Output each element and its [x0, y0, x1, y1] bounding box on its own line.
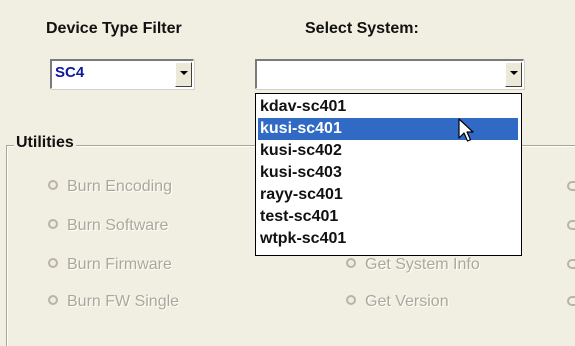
- radio-burn-firmware[interactable]: Burn Firmware: [48, 256, 172, 274]
- list-item[interactable]: test-sc401: [258, 206, 518, 228]
- device-type-value: SC4: [55, 64, 85, 81]
- list-item[interactable]: kdav-sc401: [258, 96, 518, 118]
- chevron-down-icon[interactable]: [175, 62, 192, 87]
- list-item[interactable]: kusi-sc401: [258, 118, 518, 140]
- radio-icon[interactable]: [567, 181, 575, 191]
- select-system-select[interactable]: [255, 59, 524, 89]
- radio-icon: [48, 294, 58, 305]
- radio-icon: [346, 257, 356, 268]
- radio-icon: [48, 257, 58, 268]
- select-system-dropdown-list: kdav-sc401 kusi-sc401 kusi-sc402 kusi-sc…: [255, 93, 522, 256]
- utilities-title: Utilities: [14, 134, 76, 152]
- radio-get-system-info[interactable]: Get System Info: [346, 256, 480, 274]
- list-item[interactable]: rayy-sc401: [258, 184, 518, 206]
- radio-burn-fw-single[interactable]: Burn FW Single: [48, 293, 179, 311]
- radio-icon[interactable]: [567, 296, 575, 306]
- select-system-label: Select System:: [305, 20, 419, 37]
- list-item[interactable]: wtpk-sc401: [258, 228, 518, 250]
- device-type-filter-label: Device Type Filter: [46, 20, 182, 37]
- radio-icon[interactable]: [567, 259, 575, 269]
- radio-get-version[interactable]: Get Version: [346, 293, 449, 311]
- list-item[interactable]: kusi-sc403: [258, 162, 518, 184]
- radio-icon: [48, 179, 58, 190]
- radio-icon[interactable]: [567, 220, 575, 230]
- radio-icon: [346, 294, 356, 305]
- radio-burn-software[interactable]: Burn Software: [48, 217, 168, 235]
- device-type-select[interactable]: SC4: [50, 59, 194, 89]
- radio-burn-encoding[interactable]: Burn Encoding: [48, 178, 172, 196]
- radio-icon: [48, 218, 58, 229]
- mouse-cursor-icon: [458, 118, 474, 142]
- list-item[interactable]: kusi-sc402: [258, 140, 518, 162]
- chevron-down-icon[interactable]: [505, 62, 522, 87]
